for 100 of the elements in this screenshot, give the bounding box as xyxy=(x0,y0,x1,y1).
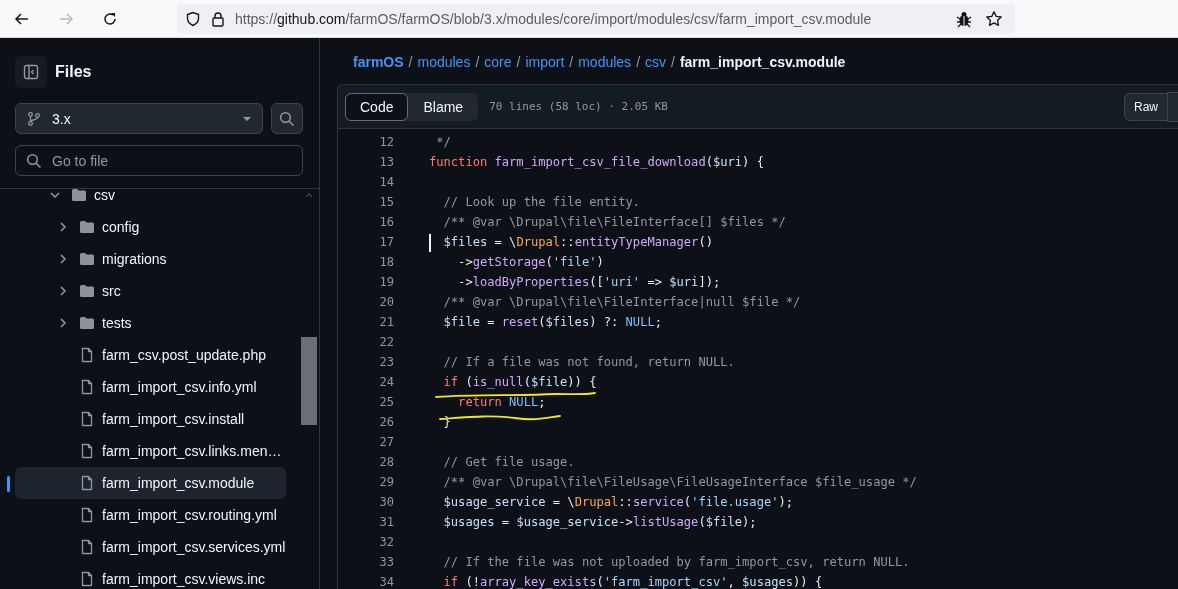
code-line: // If the file was not uploaded by farm_import_csv, return NULL. xyxy=(442,555,910,569)
line-number: 27 xyxy=(378,435,394,449)
breadcrumb-separator: / xyxy=(569,54,574,70)
folder-icon xyxy=(79,251,95,267)
url-text: https://github.com/farmOS/farmOS/blob/3.x/modules/core/import/modules/csv/farm_import_csv.module xyxy=(235,10,873,27)
breadcrumb-separator: / xyxy=(475,54,480,70)
code-line: if (!array_key_exists('farm_import_csv', $usages)) { xyxy=(442,575,823,589)
file-icon xyxy=(79,539,95,555)
line-number: 23 xyxy=(378,355,394,369)
search-button[interactable] xyxy=(271,103,303,134)
scroll-up-icon xyxy=(305,192,313,198)
file-item[interactable]: farm_import_csv.install xyxy=(15,403,286,435)
sidebar-title: Files xyxy=(55,63,92,81)
code-line: /** @var \Drupal\file\FileUsage\FileUsageInterface $file_usage */ xyxy=(442,475,917,489)
raw-button[interactable]: Raw xyxy=(1124,92,1168,121)
folder-item[interactable]: src xyxy=(15,275,286,307)
file-item[interactable]: farm_import_csv.views.inc xyxy=(15,563,286,589)
file-icon xyxy=(79,507,95,523)
file-icon xyxy=(79,379,95,395)
search-icon xyxy=(26,153,42,169)
breadcrumb-separator: / xyxy=(636,54,640,70)
reload-icon xyxy=(102,10,118,27)
line-number: 34 xyxy=(378,575,394,589)
line-number: 32 xyxy=(378,535,394,549)
breadcrumb-link[interactable]: core xyxy=(484,54,512,70)
folder-item[interactable]: tests xyxy=(15,307,286,339)
branch-selector[interactable]: 3.x xyxy=(15,103,263,134)
line-number: 21 xyxy=(378,315,394,329)
code-line: ->getStorage('file') xyxy=(457,255,604,269)
branch-icon xyxy=(26,110,42,127)
line-number: 29 xyxy=(378,475,394,489)
file-item[interactable]: farm_import_csv.routing.yml xyxy=(15,499,286,531)
breadcrumb-link[interactable]: import xyxy=(525,54,565,70)
shield-icon xyxy=(185,10,201,27)
code-line: $usage_service = \Drupal::service('file.usage'); xyxy=(442,495,794,509)
code-line: /** @var \Drupal\file\FileInterface|null $file */ xyxy=(442,295,801,309)
file-item[interactable]: farm_import_csv.services.yml xyxy=(15,531,286,563)
breadcrumb-link[interactable]: modules xyxy=(417,54,471,70)
line-number: 28 xyxy=(378,455,394,469)
line-number: 25 xyxy=(378,395,394,409)
search-icon xyxy=(279,110,295,127)
code-line: $usages = $usage_service->listUsage($file); xyxy=(442,515,757,529)
line-number: 12 xyxy=(378,135,394,149)
line-number: 19 xyxy=(378,275,394,289)
code-line: // Get file usage. xyxy=(442,455,575,469)
line-number: 18 xyxy=(378,255,394,269)
caret-icon xyxy=(242,115,252,122)
breadcrumb-separator: / xyxy=(516,54,521,70)
line-number: 22 xyxy=(378,335,394,349)
folder-icon xyxy=(79,315,95,331)
scrollbar-thumb[interactable] xyxy=(301,337,317,425)
code-line: */ xyxy=(435,135,451,149)
folder-item[interactable]: migrations xyxy=(15,243,286,275)
sidebar-icon xyxy=(23,64,39,80)
folder-icon xyxy=(79,283,95,299)
file-icon xyxy=(79,411,95,427)
line-number: 13 xyxy=(378,155,394,169)
line-number: 31 xyxy=(378,515,394,529)
file-icon xyxy=(79,571,95,587)
breadcrumb-link[interactable]: modules xyxy=(578,54,632,70)
line-number: 20 xyxy=(378,295,394,309)
folder-icon xyxy=(79,219,95,235)
file-icon xyxy=(79,347,95,363)
lock-icon xyxy=(211,10,225,27)
back-arrow-icon xyxy=(14,10,30,27)
selection-indicator xyxy=(7,476,10,492)
bug-icon xyxy=(955,9,973,28)
code-line: $files = \Drupal::entityTypeManager() xyxy=(429,235,713,249)
view-tab[interactable]: Code xyxy=(345,92,409,121)
code-line: // Look up the file entity. xyxy=(442,195,641,209)
file-item[interactable]: farm_csv.post_update.php xyxy=(15,339,286,371)
file-item[interactable]: farm_import_csv.info.yml xyxy=(15,371,286,403)
folder-icon xyxy=(71,189,87,203)
current-file-name[interactable]: farm_import_csv.module xyxy=(679,54,846,70)
code-line: function farm_import_csv_file_download($uri) { xyxy=(429,155,764,169)
code-line: /** @var \Drupal\file\FileInterface[] $files */ xyxy=(442,215,786,229)
line-number: 17 xyxy=(378,235,394,249)
code-line: return NULL; xyxy=(457,395,546,409)
folder-item[interactable]: config xyxy=(15,211,286,243)
code-line: // If a file was not found, return NULL. xyxy=(442,355,735,369)
code-line: $file = reset($files) ?: NULL; xyxy=(442,315,662,329)
go-to-file-field[interactable]: Go to file xyxy=(15,145,303,176)
code-line: if (is_null($file)) { xyxy=(442,375,597,389)
line-number: 14 xyxy=(378,175,394,189)
code-line: ->loadByProperties(['uri' => $uri]); xyxy=(457,275,721,289)
file-item[interactable]: farm_import_csv.links.men… xyxy=(15,435,286,467)
breadcrumb-link[interactable]: csv xyxy=(645,54,666,70)
line-number: 15 xyxy=(378,195,394,209)
address-bar[interactable]: https://github.com/farmOS/farmOS/blob/3.x/modules/core/import/modules/csv/farm_import_csv.module xyxy=(177,3,1015,34)
breadcrumb-separator: / xyxy=(408,54,413,70)
line-number: 33 xyxy=(378,555,394,569)
breadcrumb-separator: / xyxy=(671,54,675,70)
breadcrumb-link[interactable]: farmOS xyxy=(353,54,404,70)
file-icon xyxy=(79,443,95,459)
folder-item[interactable]: csv xyxy=(15,189,286,211)
collapse-sidebar-button[interactable] xyxy=(15,56,47,88)
forward-arrow-icon xyxy=(58,10,74,27)
view-tab[interactable]: Blame xyxy=(408,92,479,121)
star-icon xyxy=(985,9,1003,28)
line-number: 26 xyxy=(378,415,394,429)
